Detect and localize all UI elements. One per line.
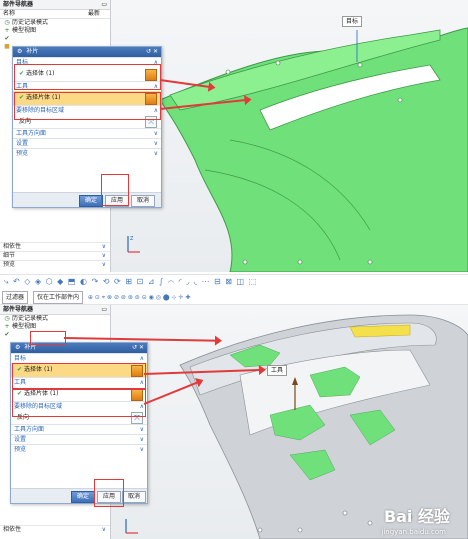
history-mode-item[interactable]: ◷ 历史记录模式 (0, 315, 110, 323)
folder-icon: ■ (4, 43, 10, 50)
highlight-box (12, 363, 146, 389)
target-label: 目标 (342, 16, 363, 27)
dependency-item[interactable]: 相依性 ∨ (0, 242, 110, 251)
navigator-side-list: 相依性 ∨ 细节 ∨ 预览 ∨ (0, 242, 110, 269)
clock-icon: ◷ (4, 315, 10, 322)
model-view-item[interactable]: + 模型视图 (0, 27, 110, 35)
details-item[interactable]: 细节 ∨ (0, 251, 110, 260)
ribbon-toolbar: ⤷ ↶ ◇ ◈ ⬡ ◆ ⬒ ◐ ↷ ⟲ ⟳ ⊞ ⊡ ⊿ ∫ ⌒ ◜ ◞ ◟ ⋯ … (0, 274, 468, 305)
chevron-down-icon: ∨ (153, 130, 158, 137)
target-section[interactable]: 目标 ∧ (11, 353, 147, 363)
check-icon: ✔ (4, 35, 10, 42)
tool-label: 工具 (267, 365, 288, 376)
navigator-title: 部件导航器 (3, 306, 34, 313)
tool-direction-section[interactable]: 工具方向面 ∨ (13, 128, 161, 138)
axis-triad: Z (127, 236, 140, 253)
graphics-viewport-top[interactable]: 目标 Z (110, 0, 468, 272)
watermark-url: jingyan.baidu.com (381, 528, 446, 536)
chevron-down-icon: ∨ (139, 426, 144, 433)
filter-combo[interactable]: 过滤器 (2, 291, 29, 304)
pin-icon[interactable]: ▭ (101, 0, 107, 9)
chevron-down-icon: ∨ (153, 150, 158, 157)
dialog-title: 补片 (24, 344, 37, 351)
scope-combo[interactable]: 仅在工作部件内 (32, 291, 83, 304)
expand-icon: + (4, 323, 10, 330)
cancel-button[interactable]: 取消 (131, 195, 155, 207)
green-body-model (159, 27, 468, 272)
tree-item[interactable]: ✔ (0, 35, 110, 43)
preview-section[interactable]: 预览 ∨ (11, 444, 147, 454)
chevron-down-icon: ∨ (139, 446, 144, 453)
settings-section[interactable]: 设置 ∨ (11, 434, 147, 444)
preview-section[interactable]: 预览 ∨ (13, 148, 161, 158)
reset-close-icons[interactable]: ↺ ✕ (146, 47, 158, 57)
reset-close-icons[interactable]: ↺ ✕ (132, 343, 144, 353)
cancel-button[interactable]: 取消 (122, 491, 146, 503)
col-name[interactable]: 名称 (3, 10, 15, 17)
gear-icon[interactable]: ⚙ (17, 48, 22, 55)
expand-icon: + (4, 27, 10, 34)
dialog-title: 补片 (26, 48, 39, 55)
settings-section[interactable]: 设置 ∨ (13, 138, 161, 148)
col-recent[interactable]: 最新 (88, 10, 100, 18)
chevron-down-icon: ∨ (153, 140, 158, 147)
clock-icon: ◷ (4, 19, 10, 26)
highlight-box (101, 174, 129, 206)
baidu-watermark: Bai 经验 (383, 507, 450, 526)
chevron-down-icon: ∨ (139, 436, 144, 443)
preview-item[interactable]: 预览 ∨ (0, 260, 110, 269)
dependency-item[interactable]: 相依性 ∨ (0, 525, 110, 534)
highlight-box (30, 331, 66, 345)
toolbar-icons[interactable]: ⤷ ↶ ◇ ◈ ⬡ ◆ ⬒ ◐ ↷ ⟲ ⟳ ⊞ ⊡ ⊿ ∫ ⌒ ◜ ◞ ◟ ⋯ … (4, 277, 257, 287)
tool-direction-section[interactable]: 工具方向面 ∨ (11, 424, 147, 434)
ok-button[interactable]: 确定 (71, 491, 95, 503)
ok-button[interactable]: 确定 (79, 195, 103, 207)
check-icon: ✔ (4, 331, 10, 338)
snap-icons[interactable]: ⊕ ⊙ ⌖ ⊗ ⊘ ⊚ ⊛ ⊜ ⊝ ◉ ◎ ⬤ ⊹ ✛ ✚ (88, 294, 191, 301)
highlight-box (94, 479, 124, 507)
highlight-box (14, 64, 161, 90)
chevron-up-icon: ∧ (139, 355, 144, 362)
model-view-item[interactable]: + 模型视图 (0, 323, 110, 331)
top-screenshot: 目标 Z 部件导航器 ▭ 名称 最新 ◷ 历史记录模式 + 模型视图 ✔ ■ 相依性 ∨ … (0, 0, 468, 272)
history-mode-item[interactable]: ◷ 历史记录模式 (0, 19, 110, 27)
axis-triad (125, 519, 138, 534)
highlight-box (14, 92, 161, 120)
bottom-screenshot: 工具 Bai 经验 jingyan.baidu.com 部件导航器 ▭ ◷ 历史记录… (0, 305, 468, 539)
pin-icon[interactable]: ▭ (101, 305, 107, 314)
highlight-box (12, 389, 146, 417)
navigator-side-list: 相依性 ∨ (0, 525, 110, 534)
svg-text:Z: Z (130, 236, 134, 242)
navigator-title: 部件导航器 (3, 1, 34, 8)
gear-icon[interactable]: ⚙ (15, 344, 20, 351)
